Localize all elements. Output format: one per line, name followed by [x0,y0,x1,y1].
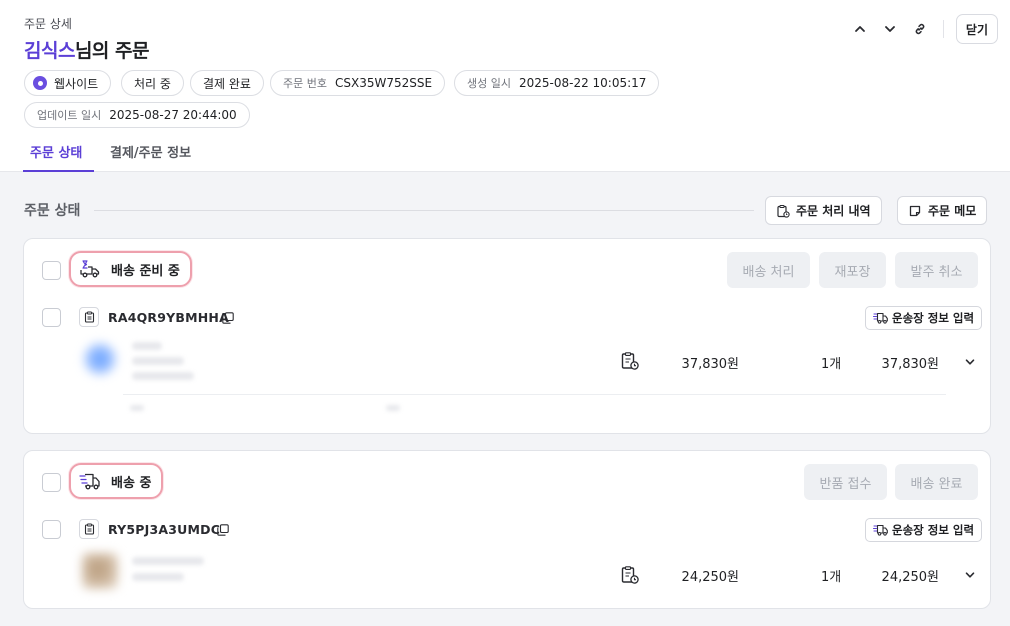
website-icon [33,76,47,90]
order-number-chip: 주문 번호 CSX35W752SSE [270,70,446,96]
order-history-label: 주문 처리 내역 [796,204,871,218]
next-order-button[interactable] [875,14,905,44]
truck-icon [873,524,888,536]
order-code: RA4QR9YBMHHA [108,310,229,325]
truck-icon [873,312,888,324]
tab-payment-order-info[interactable]: 결제/주문 정보 [110,140,191,172]
header-divider [942,20,944,38]
order-code-icon-box [79,519,99,539]
tab-order-status[interactable]: 주문 상태 [23,140,94,172]
item-history-icon[interactable] [620,351,640,371]
copy-icon[interactable] [217,524,229,536]
chevron-down-icon[interactable] [964,356,976,368]
status-badge: 배송 중 [69,463,164,499]
page-title: 김식스님의 주문 [24,36,150,63]
processing-status-value: 처리 중 [134,76,171,91]
title-suffix: 님의 주문 [74,40,150,62]
order-number-value: CSX35W752SSE [334,76,433,90]
clipboard-icon [84,311,94,323]
updated-at-chip: 업데이트 일시 2025-08-27 20:44:00 [24,102,250,128]
return-request-button[interactable]: 반품 접수 [804,464,887,500]
previous-order-button[interactable] [845,14,875,44]
copy-link-button[interactable] [905,14,935,44]
item-select-checkbox[interactable] [42,520,61,539]
product-sku-blurred [132,372,194,380]
item-quantity: 1개 [821,357,842,372]
product-thumbnail[interactable] [84,343,116,375]
order-number-label: 주문 번호 [283,77,327,90]
group-select-checkbox[interactable] [42,473,61,492]
tracking-info-label: 운송장 정보 입력 [892,311,975,325]
order-memo-label: 주문 메모 [928,204,977,218]
clipboard-clock-icon [777,204,790,218]
channel-chip: 웹사이트 [24,70,112,96]
repack-button[interactable]: 재포장 [819,252,886,288]
order-memo-button[interactable]: 주문 메모 [897,196,988,225]
cancel-purchase-order-button[interactable]: 발주 취소 [895,252,978,288]
created-at-chip: 생성 일시 2025-08-22 10:05:17 [454,70,660,96]
close-button[interactable]: 닫기 [955,14,998,44]
delivery-complete-button[interactable]: 배송 완료 [895,464,978,500]
section-title: 주문 상태 [24,203,81,219]
channel-value: 웹사이트 [54,76,99,91]
updated-at-label: 업데이트 일시 [37,109,102,122]
created-at-label: 생성 일시 [467,77,511,90]
product-thumbnail[interactable] [82,553,118,589]
item-divider [123,394,946,395]
item-quantity: 1개 [821,570,842,585]
ship-process-button[interactable]: 배송 처리 [727,252,810,288]
chevron-down-icon[interactable] [964,569,976,581]
truck-hourglass-icon [80,260,100,278]
status-badge: 배송 준비 중 [69,251,192,287]
tracking-info-button[interactable]: 운송장 정보 입력 [865,518,983,542]
tracking-info-label: 운송장 정보 입력 [892,523,975,537]
status-label: 배송 준비 중 [111,263,180,279]
item-footer-blurred [130,405,144,411]
header-actions: 닫기 [845,14,998,44]
chevron-down-icon [885,26,895,32]
created-at-value: 2025-08-22 10:05:17 [518,76,647,90]
item-price: 24,250원 [681,570,739,585]
item-history-icon[interactable] [620,565,640,585]
customer-name[interactable]: 김식스 [24,40,75,62]
copy-icon[interactable] [222,312,234,324]
section-divider [94,210,754,211]
processing-status-chip: 처리 중 [121,70,184,96]
product-name-blurred [132,557,204,565]
item-footer-blurred [386,405,400,411]
updated-at-value: 2025-08-27 20:44:00 [109,108,237,122]
product-option-blurred [132,357,184,365]
page-subtitle: 주문 상세 [24,17,72,31]
memo-icon [909,205,921,216]
group-select-checkbox[interactable] [42,261,61,280]
truck-icon [79,473,100,490]
item-select-checkbox[interactable] [42,308,61,327]
tracking-info-button[interactable]: 운송장 정보 입력 [865,306,983,330]
status-label: 배송 중 [111,475,152,491]
payment-status-chip: 결제 완료 [190,70,264,96]
shipment-group-card: 배송 중 반품 접수 배송 완료 RY5PJ3A3UMDC 운송장 정보 입력 … [23,450,991,609]
order-code-icon-box [79,307,99,327]
item-total: 24,250원 [881,570,939,585]
payment-status-value: 결제 완료 [203,76,251,91]
chevron-up-icon [855,26,865,32]
order-code: RY5PJ3A3UMDC [108,522,221,537]
item-price: 37,830원 [681,357,739,372]
product-name-blurred [132,342,162,350]
link-icon [915,23,925,35]
order-detail-header: 주문 상세 김식스님의 주문 닫기 웹사이트 처리 중 결제 완료 주문 번호 … [0,0,1010,172]
clipboard-icon [84,523,94,535]
order-history-button[interactable]: 주문 처리 내역 [765,196,882,225]
shipment-group-card: 배송 준비 중 배송 처리 재포장 발주 취소 RA4QR9YBMHHA 운송장… [23,238,991,434]
product-option-blurred [132,573,184,581]
item-total: 37,830원 [881,357,939,372]
